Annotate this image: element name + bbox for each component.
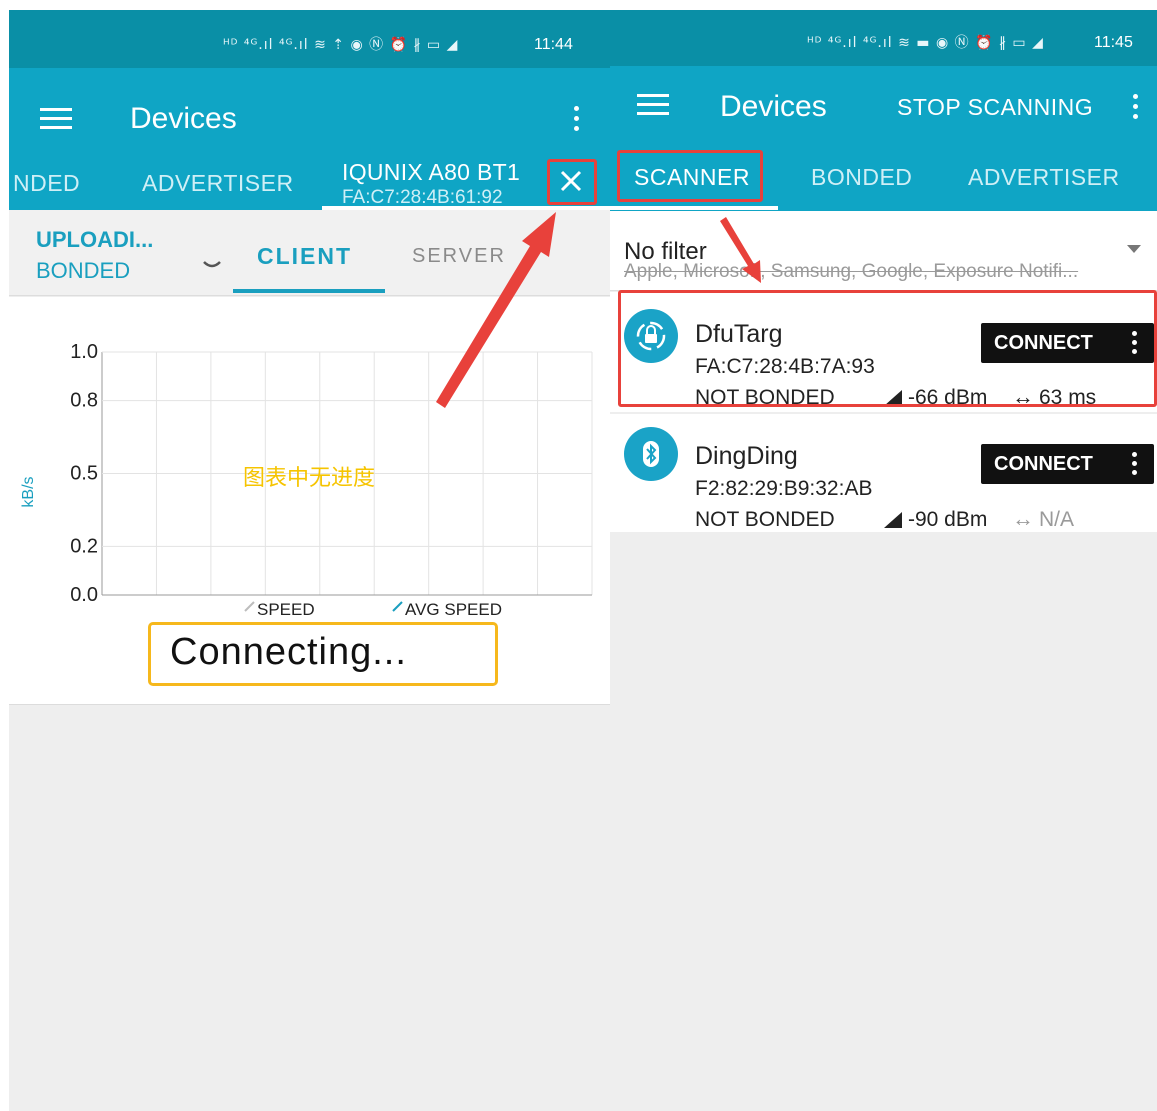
app-title: Devices	[130, 102, 237, 135]
y-axis-label: kB/s	[20, 476, 37, 507]
stop-scanning-button[interactable]: STOP SCANNING	[897, 94, 1093, 121]
connect-button[interactable]: CONNECT	[981, 444, 1154, 484]
device-address: F2:82:29:B9:32:AB	[695, 477, 873, 500]
annotation-device-highlight	[618, 290, 1157, 407]
client-tab-indicator	[233, 289, 385, 293]
upload-status: UPLOADI...	[36, 227, 154, 252]
interval-arrows-icon: ↔	[1012, 506, 1034, 531]
overflow-menu-icon[interactable]	[1130, 94, 1140, 120]
signal-icon	[884, 512, 902, 528]
left-phone-screen: ᴴᴰ ⁴ᴳ.ıl ⁴ᴳ.ıl ≋ ⇡ ◉ Ⓝ ⏰ ∦ ▭ ◢ 11:44 Dev…	[9, 10, 610, 1111]
connecting-box: Connecting...	[148, 622, 498, 686]
menu-icon[interactable]	[40, 108, 72, 130]
tab-bonded-partial[interactable]: NDED	[13, 170, 80, 197]
annotation-close-highlight	[547, 159, 597, 205]
status-icons: ᴴᴰ ⁴ᴳ.ıl ⁴ᴳ.ıl ≋ ⇡ ◉ Ⓝ ⏰ ∦ ▭ ◢	[223, 37, 459, 53]
annotation-scanner-highlight	[617, 150, 763, 202]
y-tick-label: 0.5	[70, 463, 98, 485]
right-phone-screen: ᴴᴰ ⁴ᴳ.ıl ⁴ᴳ.ıl ≋ ▬ ◉ Ⓝ ⏰ ∦ ▭ ◢ 11:45 Dev…	[610, 10, 1157, 1111]
device-row-dingding[interactable]: DingDing F2:82:29:B9:32:AB NOT BONDED -9…	[610, 414, 1157, 532]
tab-connected-device[interactable]: IQUNIX A80 BT1 FA:C7:28:4B:61:92	[342, 159, 552, 209]
y-tick-label: 0.2	[70, 535, 98, 557]
tab-bonded[interactable]: BONDED	[811, 164, 912, 191]
y-tick-label: 0.8	[70, 390, 98, 412]
legend-label: SPEED	[257, 600, 315, 619]
connecting-text: Connecting...	[170, 631, 407, 673]
bond-status: BONDED	[36, 258, 131, 283]
bluetooth-icon	[624, 427, 678, 481]
y-tick-label: 0.0	[70, 584, 98, 606]
filter-bar[interactable]: No filter Apple, Microsoft, Samsung, Goo…	[610, 211, 1157, 291]
status-time: 11:45	[1094, 34, 1133, 51]
status-time: 11:44	[534, 36, 573, 53]
chevron-down-icon[interactable]	[202, 258, 222, 270]
status-bar: ᴴᴰ ⁴ᴳ.ıl ⁴ᴳ.ıl ≋ ⇡ ◉ Ⓝ ⏰ ∦ ▭ ◢ 11:44	[9, 10, 610, 68]
rssi-value: -90 dBm	[908, 508, 988, 531]
legend-swatch	[392, 601, 403, 612]
menu-icon[interactable]	[637, 94, 669, 116]
y-tick-label: 1.0	[70, 341, 98, 363]
device-tab-name: IQUNIX A80 BT1	[342, 159, 521, 185]
connection-subtabs: UPLOADI... BONDED CLIENT SERVER	[9, 210, 610, 296]
dropdown-arrow-icon[interactable]	[1127, 245, 1141, 253]
status-bar: ᴴᴰ ⁴ᴳ.ıl ⁴ᴳ.ıl ≋ ▬ ◉ Ⓝ ⏰ ∦ ▭ ◢ 11:45	[610, 10, 1157, 66]
chart-area: 0.0 0.2 0.5 0.8 1.0 kB/s SPEED AVG SPEED 图表中无进度…	[9, 297, 610, 705]
device-name: DingDing	[695, 442, 798, 470]
status-icons: ᴴᴰ ⁴ᴳ.ıl ⁴ᴳ.ıl ≋ ▬ ◉ Ⓝ ⏰ ∦ ▭ ◢	[807, 35, 1044, 51]
legend-label: AVG SPEED	[405, 600, 502, 619]
legend-swatch	[244, 601, 255, 612]
app-bar: Devices NDED ADVERTISER IQUNIX A80 BT1 F…	[9, 68, 610, 210]
tab-server[interactable]: SERVER	[412, 245, 506, 268]
bond-state: NOT BONDED	[695, 508, 835, 531]
interval-value: N/A	[1039, 508, 1075, 531]
app-title: Devices	[720, 90, 827, 123]
tab-client[interactable]: CLIENT	[257, 243, 352, 270]
connect-label: CONNECT	[994, 453, 1093, 475]
filter-subtitle: Apple, Microsoft, Samsung, Google, Expos…	[624, 261, 1079, 282]
overflow-menu-icon[interactable]	[571, 106, 581, 132]
more-options-icon[interactable]	[1132, 450, 1137, 478]
tab-advertiser[interactable]: ADVERTISER	[142, 170, 294, 197]
app-bar: Devices STOP SCANNING SCANNER BONDED ADV…	[610, 66, 1157, 211]
tab-advertiser[interactable]: ADVERTISER	[968, 164, 1120, 191]
chart-overlay-note: 图表中无进度	[243, 465, 376, 490]
active-tab-indicator	[610, 206, 778, 210]
